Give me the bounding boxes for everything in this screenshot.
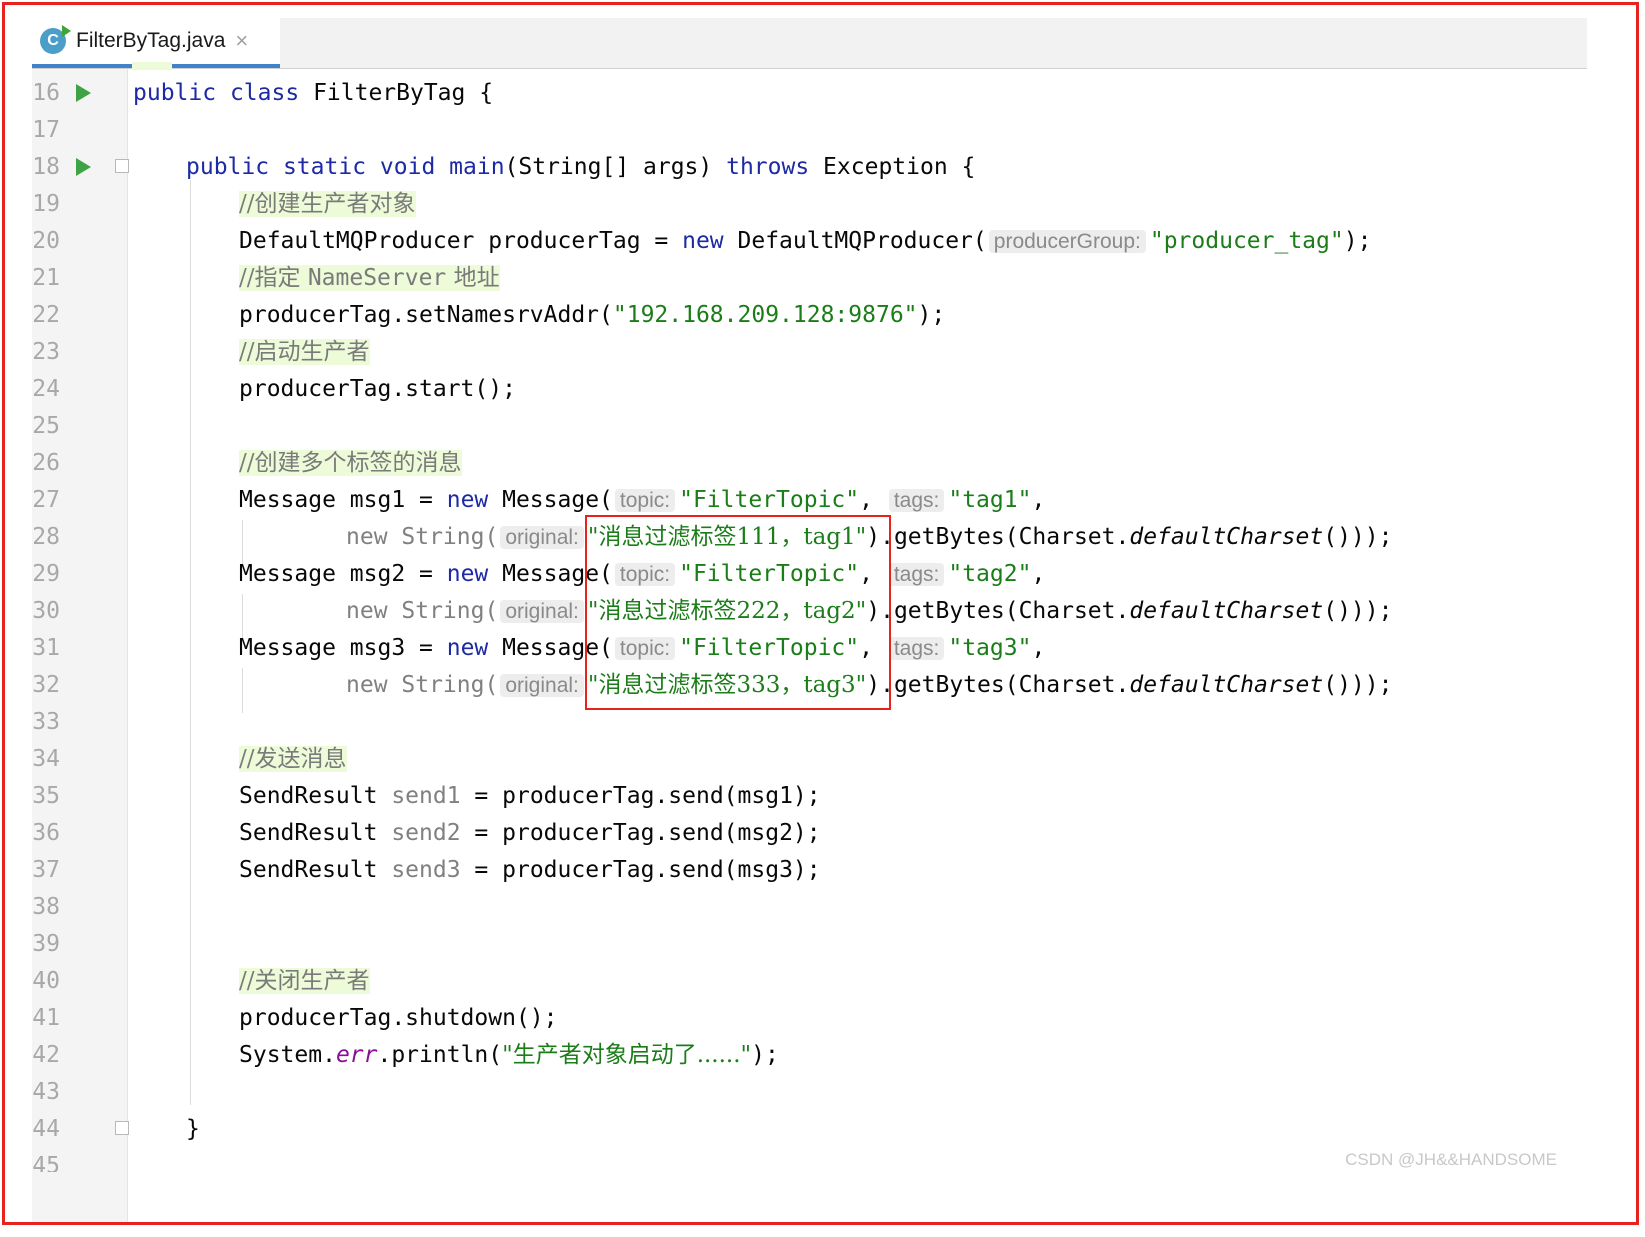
code-line: 24 producerTag.start(); xyxy=(32,371,1587,408)
parameter-hint: original: xyxy=(500,526,584,549)
code-line: 35 SendResult send1 = producerTag.send(m… xyxy=(32,778,1587,815)
comment: //创建多个标签的消息 xyxy=(239,450,462,476)
line-number: 41 xyxy=(32,1005,60,1031)
line-number: 27 xyxy=(32,487,60,513)
run-icon[interactable] xyxy=(76,158,91,176)
parameter-hint: tags: xyxy=(888,637,945,660)
code-text: producerTag.setNamesrvAddr("192.168.209.… xyxy=(239,302,946,328)
code-text: producerTag.start(); xyxy=(239,376,516,402)
line-number: 16 xyxy=(32,80,60,106)
code-text: SendResult send1 = producerTag.send(msg1… xyxy=(239,783,821,809)
code-text: //关闭生产者 xyxy=(239,963,370,1000)
parameter-hint: topic: xyxy=(614,489,676,512)
run-icon[interactable] xyxy=(76,84,91,102)
code-line: 17 xyxy=(32,112,1587,149)
code-line: 37 SendResult send3 = producerTag.send(m… xyxy=(32,852,1587,889)
line-number: 40 xyxy=(32,968,60,994)
code-line: 18 public static void main(String[] args… xyxy=(32,149,1587,186)
code-text: SendResult send3 = producerTag.send(msg3… xyxy=(239,857,821,883)
code-line: 16 public class FilterByTag { xyxy=(32,75,1587,112)
code-text: public class FilterByTag { xyxy=(133,80,494,106)
comment: //发送消息 xyxy=(239,746,347,772)
line-number: 33 xyxy=(32,709,60,735)
parameter-hint: producerGroup: xyxy=(988,230,1146,253)
line-number: 20 xyxy=(32,228,60,254)
line-number: 28 xyxy=(32,524,60,550)
code-line: 21 //指定 NameServer 地址 xyxy=(32,260,1587,297)
parameter-hint: tags: xyxy=(888,489,945,512)
code-line: 20 DefaultMQProducer producerTag = new D… xyxy=(32,223,1587,260)
code-line: 23 //启动生产者 xyxy=(32,334,1587,371)
line-number: 22 xyxy=(32,302,60,328)
line-number: 37 xyxy=(32,857,60,883)
line-number: 30 xyxy=(32,598,60,624)
code-line: 26 //创建多个标签的消息 xyxy=(32,445,1587,482)
line-number: 31 xyxy=(32,635,60,661)
line-number: 35 xyxy=(32,783,60,809)
annotation-highlight-box xyxy=(585,515,891,710)
code-line: 41 producerTag.shutdown(); xyxy=(32,1000,1587,1037)
close-icon[interactable]: × xyxy=(235,28,248,54)
code-line: 25 xyxy=(32,408,1587,445)
comment: //关闭生产者 xyxy=(239,968,370,994)
code-text: //创建多个标签的消息 xyxy=(239,445,462,482)
line-number: 43 xyxy=(32,1079,60,1105)
parameter-hint: tags: xyxy=(888,563,945,586)
code-line: 27 Message msg1 = new Message(topic: "Fil… xyxy=(32,482,1587,519)
parameter-hint: original: xyxy=(500,600,584,623)
code-text: DefaultMQProducer producerTag = new Defa… xyxy=(239,228,1372,254)
code-line: 44 } xyxy=(32,1111,1587,1148)
code-line: 40 //关闭生产者 xyxy=(32,963,1587,1000)
line-number: 17 xyxy=(32,117,60,143)
line-number: 26 xyxy=(32,450,60,476)
line-number: 34 xyxy=(32,746,60,772)
line-number: 18 xyxy=(32,154,60,180)
tab-filterbytag[interactable]: C FilterByTag.java × xyxy=(32,18,280,68)
parameter-hint: original: xyxy=(500,674,584,697)
code-line: 38 xyxy=(32,889,1587,926)
java-class-icon: C xyxy=(40,25,71,54)
code-text: //创建生产者对象 xyxy=(239,186,416,223)
code-line: 34 //发送消息 xyxy=(32,741,1587,778)
fold-icon[interactable] xyxy=(115,1121,129,1135)
code-text: System.err.println("生产者对象启动了......"); xyxy=(239,1042,779,1068)
code-line: 43 xyxy=(32,1074,1587,1111)
line-number: 42 xyxy=(32,1042,60,1068)
comment: //创建生产者对象 xyxy=(239,191,416,217)
code-line: 39 xyxy=(32,926,1587,963)
code-line: 42 System.err.println("生产者对象启动了......"); xyxy=(32,1037,1587,1074)
line-number: 36 xyxy=(32,820,60,846)
editor-tab-bar: C FilterByTag.java × xyxy=(32,18,1587,69)
code-text: //启动生产者 xyxy=(239,334,370,371)
code-text: public static void main(String[] args) t… xyxy=(186,154,976,180)
line-number: 44 xyxy=(32,1116,60,1142)
code-text: producerTag.shutdown(); xyxy=(239,1005,558,1031)
tab-filename: FilterByTag.java xyxy=(76,29,226,52)
line-number: 19 xyxy=(32,191,60,217)
code-line: 22 producerTag.setNamesrvAddr("192.168.2… xyxy=(32,297,1587,334)
watermark: CSDN @JH&&HANDSOME xyxy=(1345,1150,1557,1169)
fold-icon[interactable] xyxy=(115,159,129,173)
line-number: 32 xyxy=(32,672,60,698)
code-text: //指定 NameServer 地址 xyxy=(239,260,500,297)
comment: //指定 NameServer 地址 xyxy=(239,265,500,291)
line-number: 25 xyxy=(32,413,60,439)
line-number: 39 xyxy=(32,931,60,957)
line-number: 38 xyxy=(32,894,60,920)
code-line: 19 //创建生产者对象 xyxy=(32,186,1587,223)
code-line: 36 SendResult send2 = producerTag.send(m… xyxy=(32,815,1587,852)
line-number: 24 xyxy=(32,376,60,402)
code-text: Message msg1 = new Message(topic: "Filter… xyxy=(239,487,1046,513)
code-text: SendResult send2 = producerTag.send(msg2… xyxy=(239,820,821,846)
line-number: 29 xyxy=(32,561,60,587)
code-text: //发送消息 xyxy=(239,741,347,778)
line-number: 45 xyxy=(32,1153,60,1172)
line-number: 23 xyxy=(32,339,60,365)
comment: //启动生产者 xyxy=(239,339,370,365)
line-number: 21 xyxy=(32,265,60,291)
code-text: } xyxy=(186,1116,200,1142)
